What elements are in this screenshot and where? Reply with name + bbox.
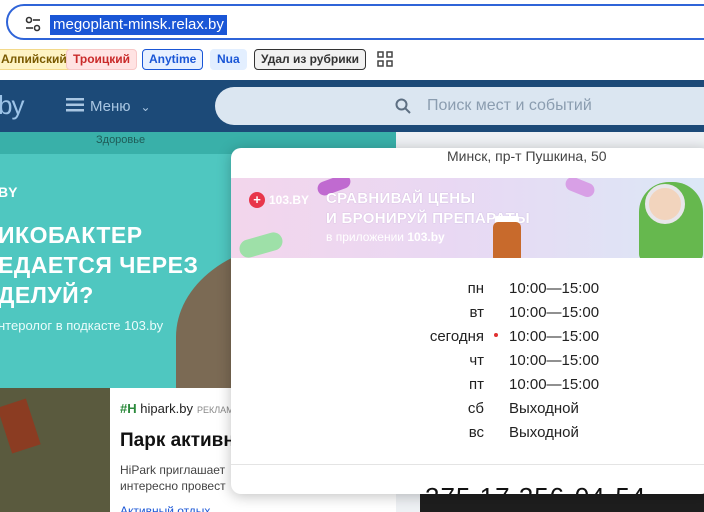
ad-subline: в приложении 103.by <box>326 230 445 244</box>
bookmark-chip[interactable]: Троицкий <box>66 49 138 70</box>
hours-time: 10:00—15:00 <box>509 376 600 393</box>
granny-head-image <box>645 184 685 224</box>
hours-day: вс <box>468 424 484 441</box>
photo-detail <box>0 398 41 454</box>
card-link[interactable]: Активный отдых <box>120 504 210 512</box>
hours-row: сегодня 10:00—15:00 <box>231 326 704 348</box>
search-placeholder: Поиск мест и событий <box>427 97 592 114</box>
bookmarks-bar: Алпийский Троицкий Anytime Nua Удал из р… <box>0 48 704 72</box>
hours-day: чт <box>469 352 484 369</box>
park-photo[interactable] <box>0 388 110 512</box>
ad-sub-brand: 103.by <box>407 230 445 244</box>
banner-title-line: ИКОБАКТЕР <box>0 222 143 248</box>
hours-day: пт <box>469 376 484 393</box>
hours-row: пт 10:00—15:00 <box>231 374 704 396</box>
venue-address: Минск, пр-т Пушкина, 50 <box>447 148 607 164</box>
banner-subtitle: нтеролог в подкасте 103.by <box>0 318 164 333</box>
apps-grid-icon[interactable] <box>377 51 393 67</box>
hours-day: сб <box>467 400 484 417</box>
pill-decoration <box>237 230 285 258</box>
ad-logo: +103.BY <box>249 192 309 208</box>
hours-row: сб Выходной <box>231 398 704 420</box>
phone-number[interactable]: 375 17 256-04-54 <box>425 482 646 494</box>
url-text[interactable]: megoplant-minsk.relax.by <box>50 15 227 35</box>
card-source: #H hipark.by РЕКЛАМА <box>120 401 240 416</box>
pill-decoration <box>563 178 597 200</box>
site-header: by Меню ⌄ Поиск мест и событий <box>0 80 704 132</box>
banner-tag: Здоровье <box>96 134 146 146</box>
bookmark-chip[interactable]: Удал из рубрики <box>254 49 366 70</box>
url-field[interactable]: megoplant-minsk.relax.by <box>6 4 704 40</box>
ad-sub-prefix: в приложении <box>326 230 404 244</box>
search-icon <box>395 98 411 114</box>
pharmacy-ad-banner[interactable]: +103.BY СРАВНИВАЙ ЦЕНЫ И БРОНИРУЙ ПРЕПАР… <box>231 178 704 258</box>
plus-icon: + <box>249 192 265 208</box>
search-input[interactable]: Поиск мест и событий <box>215 87 704 125</box>
card-source-name: hipark.by <box>140 401 193 416</box>
hours-time: 10:00—15:00 <box>509 280 600 297</box>
hours-time: 10:00—15:00 <box>509 304 600 321</box>
site-logo[interactable]: by <box>0 90 24 121</box>
ad-logo-text: 103.BY <box>269 193 310 207</box>
hours-day: вт <box>469 304 484 321</box>
hours-row: вс Выходной <box>231 422 704 444</box>
menu-button[interactable]: Меню ⌄ <box>66 96 151 118</box>
ad-headline-line: СРАВНИВАЙ ЦЕНЫ <box>326 190 476 207</box>
banner-title-line: ЕДАЕТСЯ ЧЕРЕЗ <box>0 252 199 278</box>
hours-popup: Минск, пр-т Пушкина, 50 +103.BY СРАВНИВА… <box>231 148 704 494</box>
hours-time: 10:00—15:00 <box>509 352 600 369</box>
hours-row: чт 10:00—15:00 <box>231 350 704 372</box>
hours-row: вт 10:00—15:00 <box>231 302 704 324</box>
hours-row: пн 10:00—15:00 <box>231 278 704 300</box>
today-marker <box>494 333 498 337</box>
bookmark-chip[interactable]: Nua <box>210 49 247 70</box>
hours-day: сегодня <box>429 328 484 345</box>
bookmark-chip[interactable]: Anytime <box>142 49 204 70</box>
banner-brand: BY <box>0 184 18 200</box>
card-title[interactable]: Парк активн <box>120 430 235 452</box>
banner-title: ИКОБАКТЕР ЕДАЕТСЯ ЧЕРЕЗ ДЕЛУЙ? <box>0 220 198 310</box>
hours-time: 10:00—15:00 <box>509 328 600 345</box>
hamburger-icon <box>66 98 84 112</box>
hours-day: пн <box>467 280 484 297</box>
bookmark-chip[interactable]: Алпийский <box>0 49 74 70</box>
chevron-down-icon: ⌄ <box>140 100 151 114</box>
banner-title-line: ДЕЛУЙ? <box>0 282 94 308</box>
menu-label: Меню <box>90 98 131 115</box>
hours-time: Выходной <box>509 400 579 417</box>
hours-time: Выходной <box>509 424 579 441</box>
browser-address-bar: megoplant-minsk.relax.by <box>0 0 704 44</box>
site-settings-icon[interactable] <box>24 15 42 33</box>
medicine-bottle-image <box>493 222 521 258</box>
divider <box>231 464 704 465</box>
